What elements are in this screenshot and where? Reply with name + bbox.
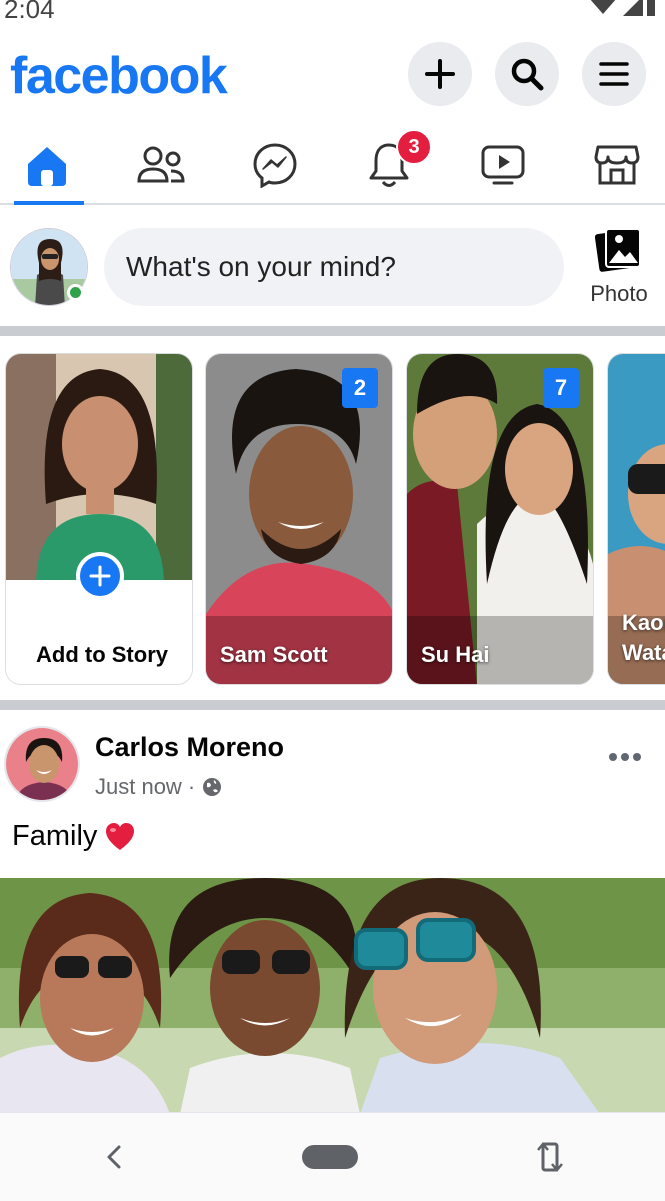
back-button[interactable] (96, 1139, 132, 1175)
online-status-dot (67, 284, 84, 301)
friends-icon (137, 146, 185, 183)
plus-icon (425, 59, 455, 89)
story-card-sam-scott[interactable]: 2 Sam Scott (205, 353, 393, 685)
meta-separator: · (187, 774, 196, 799)
menu-button[interactable] (582, 42, 646, 106)
photo-label: Photo (590, 281, 648, 306)
home-pill-button[interactable] (302, 1145, 358, 1169)
chevron-left-icon (107, 1145, 121, 1169)
messenger-icon (253, 143, 297, 188)
tab-messenger[interactable] (230, 127, 320, 203)
post-image (0, 878, 665, 1114)
post-author-name[interactable]: Carlos Moreno (95, 732, 284, 763)
status-bar: 2:04 (0, 0, 665, 24)
photo-icon (594, 228, 641, 272)
signal-battery-icon (587, 0, 657, 23)
section-divider (0, 326, 665, 336)
post-composer: What's on your mind? Photo (0, 206, 665, 326)
story-card-su-hai[interactable]: 7 Su Hai (406, 353, 594, 685)
story-label: Sam Scott (220, 642, 328, 667)
notification-badge: 3 (396, 129, 432, 165)
rotate-button[interactable] (530, 1137, 570, 1177)
tab-marketplace[interactable] (572, 127, 662, 203)
story-label: Su Hai (421, 642, 490, 667)
post-meta: Just now · (95, 774, 223, 800)
watch-icon (481, 145, 525, 185)
tab-friends[interactable] (116, 127, 206, 203)
rotate-icon (537, 1142, 563, 1172)
search-icon (511, 58, 544, 91)
add-story-button[interactable] (76, 552, 124, 600)
tab-home[interactable] (2, 127, 92, 205)
top-bar: facebook (0, 22, 665, 127)
stories-tray: Add to Story 2 Sam Scott 7 Su Hai Kao Wa… (0, 337, 665, 700)
whats-on-your-mind-input[interactable]: What's on your mind? (104, 228, 564, 306)
plus-icon (89, 565, 111, 587)
story-card-partial[interactable]: Kaor Wata (607, 353, 665, 685)
post-photo[interactable] (0, 878, 665, 1114)
tab-watch[interactable] (458, 127, 548, 203)
heart-icon (106, 822, 135, 850)
post-text: Family (12, 820, 135, 853)
feed-post: Carlos Moreno Just now · Family (0, 712, 665, 1114)
menu-icon (599, 62, 629, 86)
tab-bar: 3 (0, 127, 665, 205)
photo-button[interactable]: Photo (582, 226, 656, 316)
story-count-badge: 2 (342, 368, 378, 408)
globe-icon (203, 778, 222, 796)
post-timestamp[interactable]: Just now (95, 774, 182, 800)
home-icon (28, 147, 66, 186)
facebook-logo[interactable]: facebook (10, 46, 228, 106)
active-tab-indicator (14, 201, 84, 205)
story-count-badge: 7 (543, 368, 579, 408)
more-icon (609, 753, 641, 761)
add-to-story-card[interactable]: Add to Story (5, 353, 193, 685)
system-nav-bar (0, 1112, 665, 1201)
story-label: Kaor Wata (622, 610, 665, 665)
story-label: Add to Story (36, 642, 168, 667)
tab-notifications[interactable]: 3 (344, 127, 434, 203)
post-more-button[interactable] (598, 740, 652, 774)
section-divider (0, 700, 665, 710)
search-button[interactable] (495, 42, 559, 106)
create-button[interactable] (408, 42, 472, 106)
marketplace-icon (594, 145, 640, 185)
avatar[interactable] (4, 726, 80, 802)
post-text-content: Family (12, 820, 98, 852)
